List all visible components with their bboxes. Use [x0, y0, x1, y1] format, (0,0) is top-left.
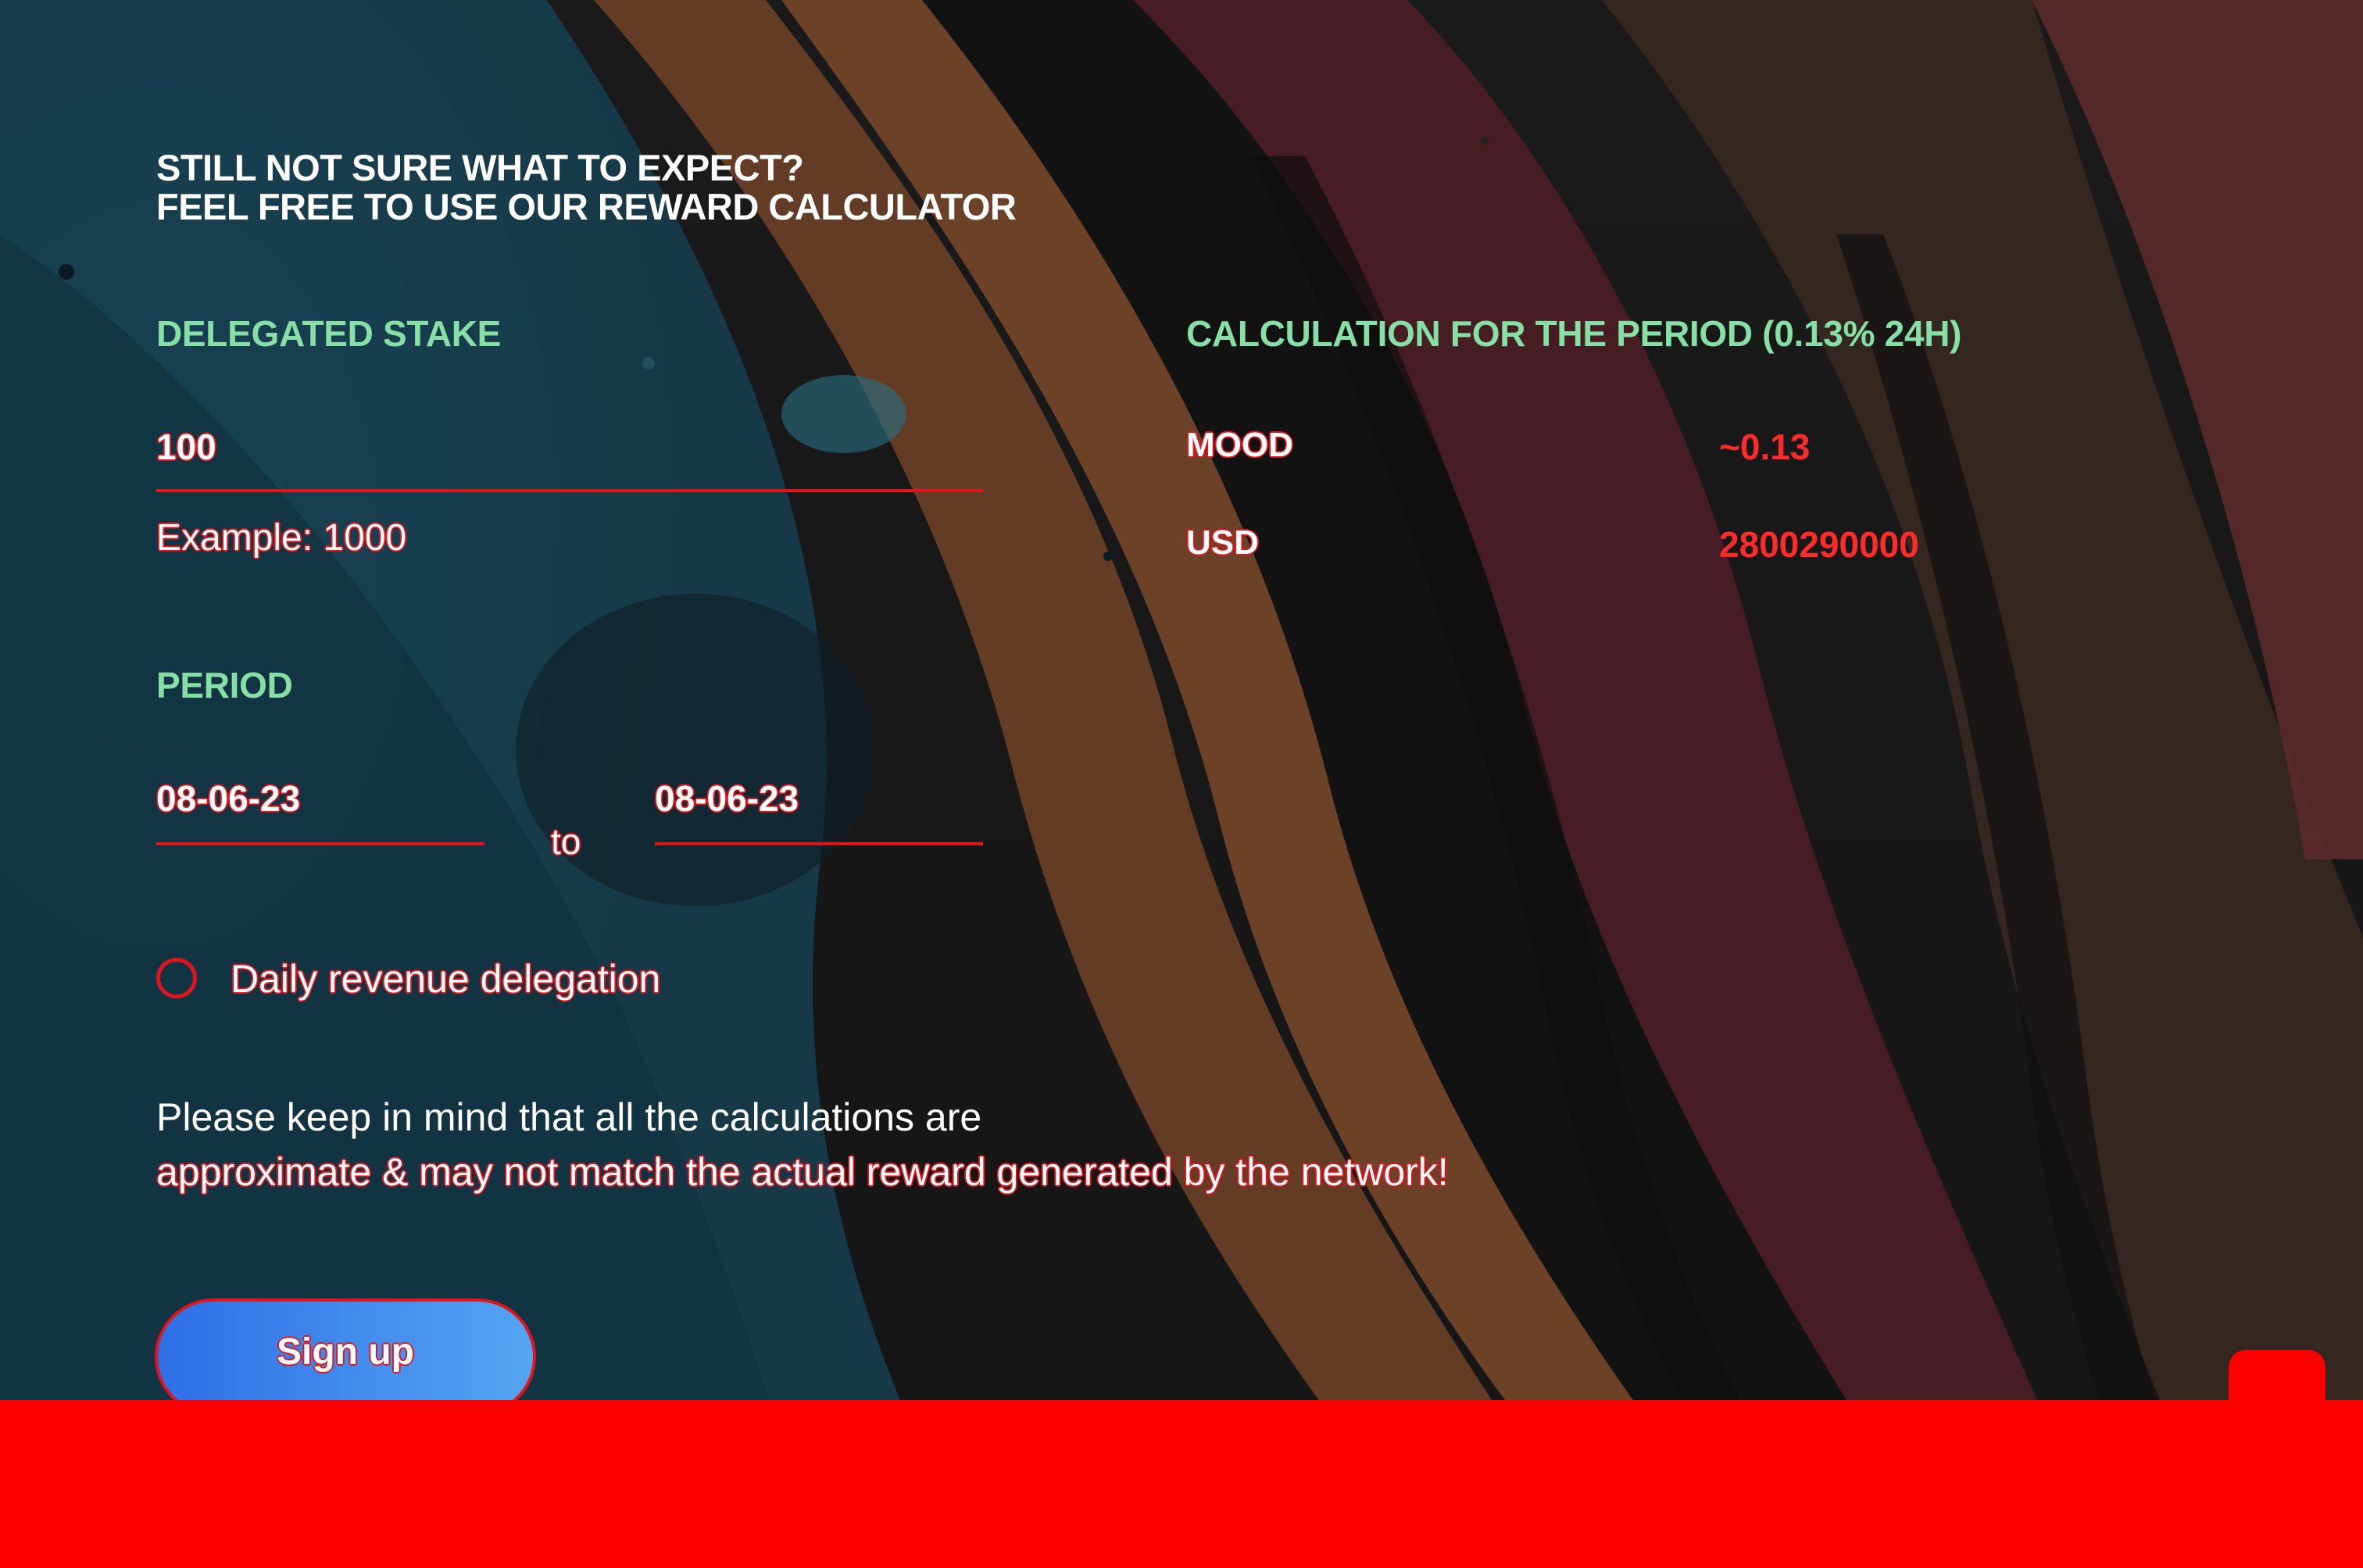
- footer-bar: [0, 1400, 2363, 1568]
- stake-input-underline: [156, 489, 983, 492]
- period-label: PERIOD: [156, 665, 293, 705]
- delegated-stake-input[interactable]: [156, 423, 977, 470]
- result-value-usd: 2800290000: [1719, 524, 1919, 565]
- daily-revenue-label: Daily revenue delegation: [231, 957, 661, 1001]
- calculation-label: CALCULATION FOR THE PERIOD (0.13% 24H): [1186, 313, 1962, 354]
- stake-example-hint: Example: 1000: [156, 517, 407, 559]
- period-end-date-input[interactable]: [655, 775, 975, 822]
- disclaimer-line-1: Please keep in mind that all the calcula…: [156, 1095, 982, 1139]
- calculator-headline: STILL NOT SURE WHAT TO EXPECT? FEEL FREE…: [156, 147, 1017, 227]
- headline-line-2: FEEL FREE TO USE OUR REWARD CALCULATOR: [156, 186, 1017, 227]
- result-label-mood: MOOD: [1186, 426, 1293, 464]
- result-value-mood: ~0.13: [1719, 427, 1811, 467]
- daily-revenue-radio[interactable]: [156, 958, 197, 998]
- period-start-date-input[interactable]: [156, 775, 477, 822]
- sign-up-button[interactable]: Sign up: [155, 1298, 536, 1416]
- period-start-underline: [156, 842, 484, 845]
- disclaimer-line-2: approximate & may not match the actual r…: [156, 1150, 1449, 1194]
- period-to-label: to: [551, 821, 581, 862]
- period-end-underline: [655, 842, 983, 845]
- result-label-usd: USD: [1186, 523, 1259, 562]
- headline-line-1: STILL NOT SURE WHAT TO EXPECT?: [156, 147, 804, 188]
- delegated-stake-label: DELEGATED STAKE: [156, 313, 502, 354]
